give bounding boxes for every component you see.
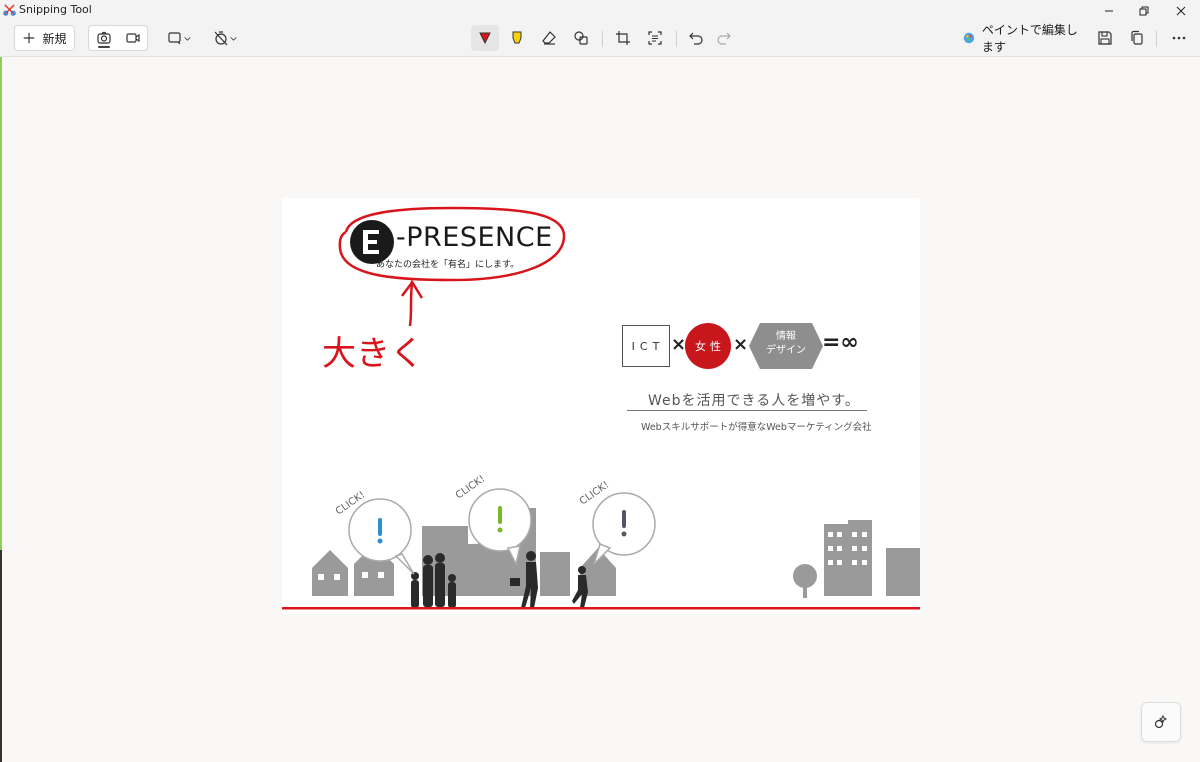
crop-icon [616,31,630,45]
handwritten-note: 大きく [322,334,424,374]
undo-button[interactable] [683,25,709,51]
speech-bubble-green [468,488,532,567]
rectangle-snip-icon [167,32,181,45]
delay-dropdown[interactable] [208,25,242,51]
paint-icon [963,32,975,44]
headline-rule [627,410,867,411]
highlighter-button[interactable] [504,25,530,51]
women-circle: 女性 [685,323,731,369]
more-icon [1172,36,1186,40]
save-icon [1098,31,1112,45]
assistant-icon [1154,714,1168,729]
window-edge-dark [0,550,2,762]
new-button-label: 新規 [42,31,67,46]
video-icon [125,33,140,43]
title-bar: Snipping Tool [0,0,1200,20]
new-button[interactable]: 新規 [14,25,75,51]
minimize-icon [1105,10,1113,12]
chevron-down-icon [229,36,237,41]
toolbar-divider [602,31,603,47]
ict-box: ICT [622,325,670,367]
eraser-icon [542,31,556,45]
shapes-button[interactable] [568,25,594,51]
window-edge-accent [0,57,2,550]
camera-icon [96,31,111,44]
copy-button[interactable] [1124,25,1150,51]
subline: Webスキルサポートが得意なWebマーケティング会社 [641,422,872,433]
assistant-button[interactable] [1141,702,1181,742]
design-hexagon-label: 情報 デザイン [752,330,820,358]
times-symbol: × [733,334,749,355]
equals-infinity: =∞ [822,330,859,355]
speech-bubble-gray [592,492,656,565]
headline: Webを活用できる人を増やす。 [648,393,860,409]
text-actions-icon [648,31,662,45]
save-button[interactable] [1092,25,1118,51]
toolbar: 新規 ペイントで編集します [0,20,1200,57]
minimize-button[interactable] [1090,0,1128,22]
close-icon [1176,6,1186,16]
toolbar-divider [676,31,677,47]
highlighter-icon [512,31,522,44]
timer-off-icon [214,31,227,46]
design-line-2: デザイン [766,345,806,356]
design-line-1: 情報 [776,331,796,342]
snipping-tool-icon [3,4,16,16]
restore-icon [1139,6,1149,16]
redo-icon [717,32,731,45]
times-symbol: × [671,334,687,355]
screenshot-mode-button[interactable] [89,26,118,50]
plus-icon [24,32,35,44]
chevron-down-icon [183,36,191,41]
toolbar-divider [1156,31,1157,47]
edit-in-paint-button[interactable]: ペイントで編集します [962,23,1086,54]
eraser-button[interactable] [536,25,562,51]
text-actions-button[interactable] [642,25,668,51]
redo-button[interactable] [711,25,737,51]
undo-icon [689,32,703,45]
copy-icon [1131,30,1143,45]
close-button[interactable] [1162,0,1200,22]
restore-button[interactable] [1125,0,1163,22]
snip-shape-dropdown[interactable] [162,25,196,51]
capture-mode-toggle [88,25,148,51]
captured-image: -PRESENCE あなたの会社を「有名」にします。 大きく ICT × 女性 … [282,198,920,614]
ballpoint-pen-icon [479,32,491,46]
shapes-icon [574,31,588,45]
edit-in-paint-label: ペイントで編集します [981,23,1078,54]
window-title: Snipping Tool [19,3,92,16]
crop-button[interactable] [610,25,636,51]
video-mode-button[interactable] [118,26,147,50]
active-mode-indicator [98,46,110,48]
ballpoint-pen-button[interactable] [471,25,499,51]
more-options-button[interactable] [1166,25,1192,51]
